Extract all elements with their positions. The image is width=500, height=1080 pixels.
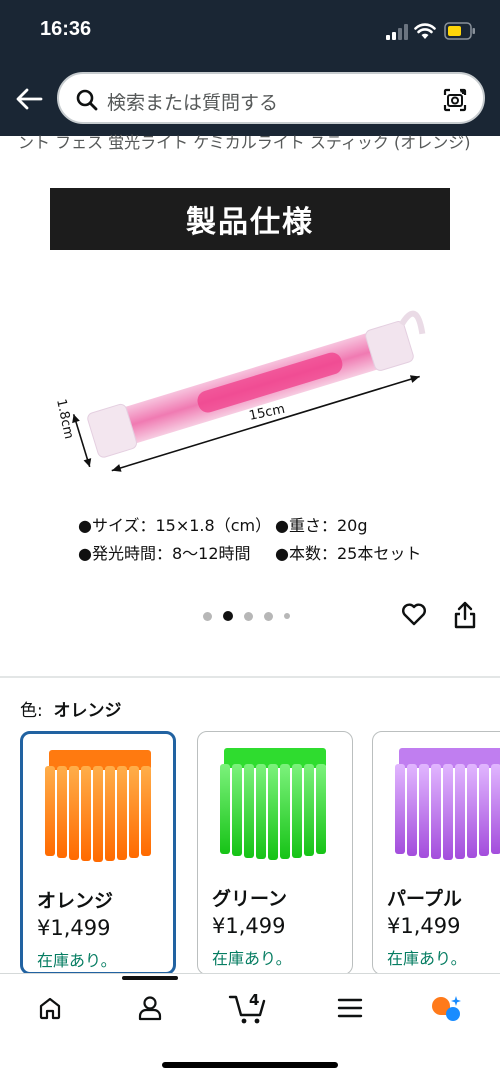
color-option-name: グリーン (212, 888, 288, 910)
spec-glow-time: ●発光時間：8〜12時間 (78, 544, 251, 563)
camera-search-icon[interactable] (441, 86, 469, 114)
status-bar: 16:36 (0, 0, 500, 62)
spec-banner-text: 製品仕様 (186, 205, 314, 240)
status-time: 16:36 (40, 18, 92, 40)
spec-size: ●サイズ：15×1.8（cm） (78, 516, 272, 535)
carousel-dot[interactable] (244, 611, 253, 621)
carousel-dot[interactable] (264, 611, 273, 621)
product-title: ント フェス 蛍光ライト ケミカルライト スティック (オレンジ) (18, 133, 471, 152)
tab-rufus[interactable] (428, 990, 464, 1026)
green-glowsticks-image (220, 748, 326, 860)
search-input[interactable]: 検索または質問する (107, 88, 278, 115)
person-icon (138, 996, 162, 1021)
section-divider (0, 676, 500, 678)
orange-glowsticks-image (45, 750, 151, 862)
color-label: 色: オレンジ (20, 696, 122, 721)
carousel-dot[interactable] (203, 611, 212, 621)
wifi-icon (414, 23, 436, 39)
glowstick-image[interactable]: 15cm 1.8cm (45, 290, 465, 480)
cart-count: 4 (249, 991, 259, 1009)
back-arrow-icon (16, 88, 43, 110)
search-bar[interactable]: 検索または質問する (57, 72, 485, 124)
tab-home[interactable] (32, 990, 68, 1026)
color-option-name: パープル (387, 888, 462, 910)
selected-color-name: オレンジ (53, 701, 122, 721)
tab-cart[interactable]: 4 (228, 990, 268, 1026)
color-option-name: オレンジ (37, 890, 114, 912)
spec-banner: 製品仕様 (50, 188, 450, 250)
tab-account[interactable] (132, 990, 168, 1026)
spec-count: ●本数：25本セット (275, 544, 422, 563)
color-label-prefix: 色: (20, 701, 43, 721)
carousel-dot[interactable] (284, 613, 290, 619)
color-option-stock: 在庫あり。 (387, 949, 467, 968)
color-option-purple[interactable]: パープル ¥1,499 在庫あり。 (372, 731, 500, 975)
battery-icon (444, 22, 475, 40)
heart-icon[interactable] (400, 600, 428, 628)
home-indicator (162, 1062, 338, 1068)
cellular-signal-icon (386, 24, 408, 40)
color-option-price: ¥1,499 (387, 914, 461, 938)
purple-glowsticks-image (395, 748, 500, 860)
menu-icon (337, 998, 363, 1018)
cart-icon: 4 (228, 991, 266, 1024)
dim-width-label: 1.8cm (53, 398, 76, 441)
carousel-dot-active[interactable] (223, 611, 233, 621)
color-option-orange[interactable]: オレンジ ¥1,499 在庫あり。 (20, 731, 176, 975)
color-option-stock: 在庫あり。 (37, 951, 117, 970)
tab-menu[interactable] (332, 990, 368, 1026)
rufus-ai-icon (432, 996, 461, 1021)
back-button[interactable] (12, 82, 46, 116)
app-header: 16:36 検索または質問する (0, 0, 500, 136)
share-icon[interactable] (452, 600, 478, 630)
carousel-indicator[interactable] (203, 610, 303, 622)
search-icon (76, 89, 98, 111)
color-option-green[interactable]: グリーン ¥1,499 在庫あり。 (197, 731, 353, 975)
active-tab-indicator (122, 976, 178, 980)
home-icon (39, 997, 61, 1020)
color-option-stock: 在庫あり。 (212, 949, 292, 968)
spec-weight: ●重さ：20g (275, 516, 368, 535)
color-option-price: ¥1,499 (37, 916, 111, 940)
color-option-price: ¥1,499 (212, 914, 286, 938)
